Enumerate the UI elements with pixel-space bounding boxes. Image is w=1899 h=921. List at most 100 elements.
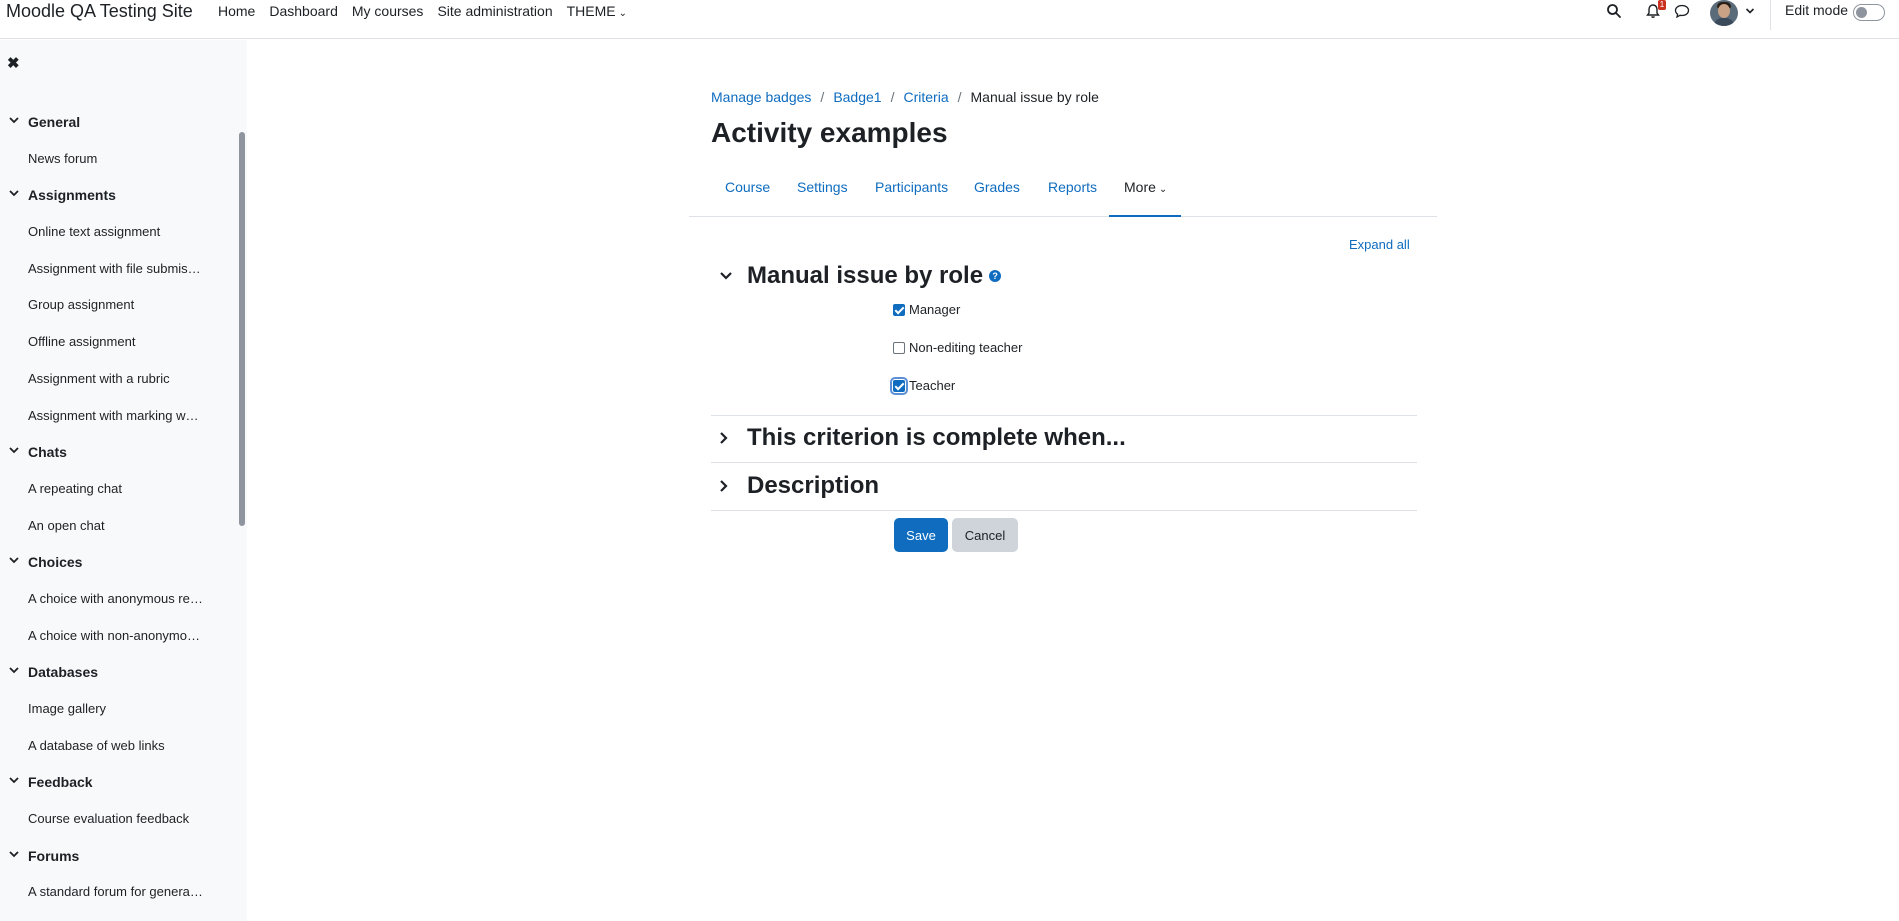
course-index-item-label: News forum [28,150,98,166]
course-section[interactable]: Chats [0,434,236,471]
course-index-item[interactable]: A choice with anonymous results [0,581,236,618]
chevron-down-icon: ⌄ [1158,184,1168,195]
course-index-item[interactable]: A repeating chat [0,471,236,508]
course-index-item-label: A database of web links [28,737,165,753]
notification-count-badge: 1 [1658,0,1666,10]
course-index-item-label: A choice with anonymous results [28,590,203,606]
course-section[interactable]: Choices [0,544,236,581]
fieldset-description-header[interactable]: Description [711,472,879,500]
chevron-down-icon[interactable] [711,268,736,284]
user-menu-chevron-icon[interactable] [1745,7,1755,15]
nav-dashboard[interactable]: Dashboard [262,3,345,22]
breadcrumb-separator: / [820,89,825,105]
tab-participants[interactable]: Participants [875,179,948,195]
course-index-item-label: A standard forum for general use [28,884,203,900]
course-section-title: Databases [28,664,99,681]
role-checkbox-non-editing-teacher[interactable]: Non-editing teacher [893,340,1022,355]
page-title: Activity examples [711,117,948,148]
course-index-item[interactable]: Assignment with marking workflow [0,398,236,435]
course-index-item-label: Group assignment [28,297,135,313]
chevron-down-icon[interactable] [8,187,20,199]
course-index-item-label: Offline assignment [28,334,136,350]
breadcrumb-badge1[interactable]: Badge1 [833,89,881,105]
fieldset-manual-issue-header[interactable]: Manual issue by role ? [711,262,1002,290]
course-section[interactable]: Forums [0,838,236,875]
role-label: Teacher [909,378,956,393]
drawer-scrollbar[interactable] [239,132,245,526]
tab-grades[interactable]: Grades [974,179,1020,195]
chevron-right-icon[interactable] [711,429,736,447]
user-avatar[interactable] [1710,0,1738,26]
nav-my-courses[interactable]: My courses [345,3,431,22]
chevron-right-icon[interactable] [711,477,736,495]
course-index-item[interactable]: An open chat [0,508,236,545]
checkbox[interactable] [890,376,908,395]
section-divider [711,462,1417,463]
course-index-item[interactable]: Online text assignment [0,214,236,251]
chevron-down-icon[interactable] [8,444,20,456]
secondary-navigation: Course Settings Participants Grades Repo… [689,170,1437,217]
edit-mode-toggle[interactable] [1853,4,1885,21]
site-name[interactable]: Moodle QA Testing Site [6,1,193,22]
message-icon[interactable] [1674,3,1690,19]
breadcrumb-criteria[interactable]: Criteria [903,89,948,105]
chevron-down-icon[interactable] [8,664,20,676]
course-index-item[interactable]: Group assignment [0,287,236,324]
course-index-item-label: Online text assignment [28,224,161,240]
tab-reports[interactable]: Reports [1048,179,1097,195]
tab-more-label: More [1124,179,1156,195]
course-section[interactable]: Feedback [0,764,236,801]
nav-theme-menu[interactable]: THEME ⌄ [560,3,634,22]
fieldset-criterion-complete-header[interactable]: This criterion is complete when... [711,424,1126,452]
tab-settings[interactable]: Settings [797,179,848,195]
toggle-knob [1856,7,1867,18]
cancel-button[interactable]: Cancel [952,518,1018,552]
fieldset-title: Manual issue by role [747,262,984,289]
checkbox[interactable] [893,341,905,354]
course-section[interactable]: Databases [0,654,236,691]
course-index-item[interactable]: A database of web links [0,728,236,765]
course-section[interactable]: General [0,104,236,141]
help-icon[interactable]: ? [989,270,1002,282]
role-checkbox-teacher[interactable]: Teacher [890,376,956,395]
course-index-item-label: Course evaluation feedback [28,811,190,827]
role-checkbox-manager[interactable]: Manager [893,302,960,317]
tab-more[interactable]: More ⌄ [1124,179,1167,195]
course-index-item[interactable]: A standard forum for general use [0,874,236,911]
breadcrumb-manage-badges[interactable]: Manage badges [711,89,811,105]
chevron-down-icon[interactable] [8,114,20,126]
nav-site-administration[interactable]: Site administration [430,3,559,22]
course-index-item[interactable]: A choice with non-anonymous results [0,618,236,655]
course-index-item[interactable]: Assignment with file submissions [0,251,236,288]
course-index-item[interactable]: Course evaluation feedback [0,801,236,838]
breadcrumb-separator: / [957,89,962,105]
nav-home[interactable]: Home [211,3,262,22]
section-divider [711,510,1417,511]
chevron-down-icon: ⌄ [618,8,627,19]
course-index-item[interactable]: Each person posts one discussion [0,911,236,921]
close-icon[interactable]: ✖ [7,54,20,72]
search-icon[interactable] [1606,3,1622,19]
course-index-item[interactable]: News forum [0,141,236,178]
course-section-title: Feedback [28,774,93,791]
chevron-down-icon[interactable] [8,848,20,860]
course-index-item-label: Assignment with marking workflow [28,407,203,423]
save-button[interactable]: Save [894,518,948,552]
active-tab-indicator [1109,215,1181,217]
course-section[interactable]: Assignments [0,177,236,214]
course-index-item[interactable]: Assignment with a rubric [0,361,236,398]
course-index-list: General News forum Assignments Online text … [0,104,236,921]
course-index-item-label: Assignment with file submissions [28,260,203,276]
chevron-down-icon[interactable] [8,554,20,566]
course-index-item[interactable]: Image gallery [0,691,236,728]
course-section-title: Chats [28,444,67,461]
course-index-item-label: An open chat [28,517,105,533]
course-index-drawer: ✖ General News forum Assignments Online tex… [0,40,247,921]
chevron-down-icon[interactable] [8,774,20,786]
tab-course[interactable]: Course [725,179,770,195]
expand-all-link[interactable]: Expand all [1349,237,1410,252]
navbar-divider [1770,0,1771,30]
course-index-item[interactable]: Offline assignment [0,324,236,361]
checkbox[interactable] [893,303,905,316]
course-index-item-label: A repeating chat [28,480,122,496]
